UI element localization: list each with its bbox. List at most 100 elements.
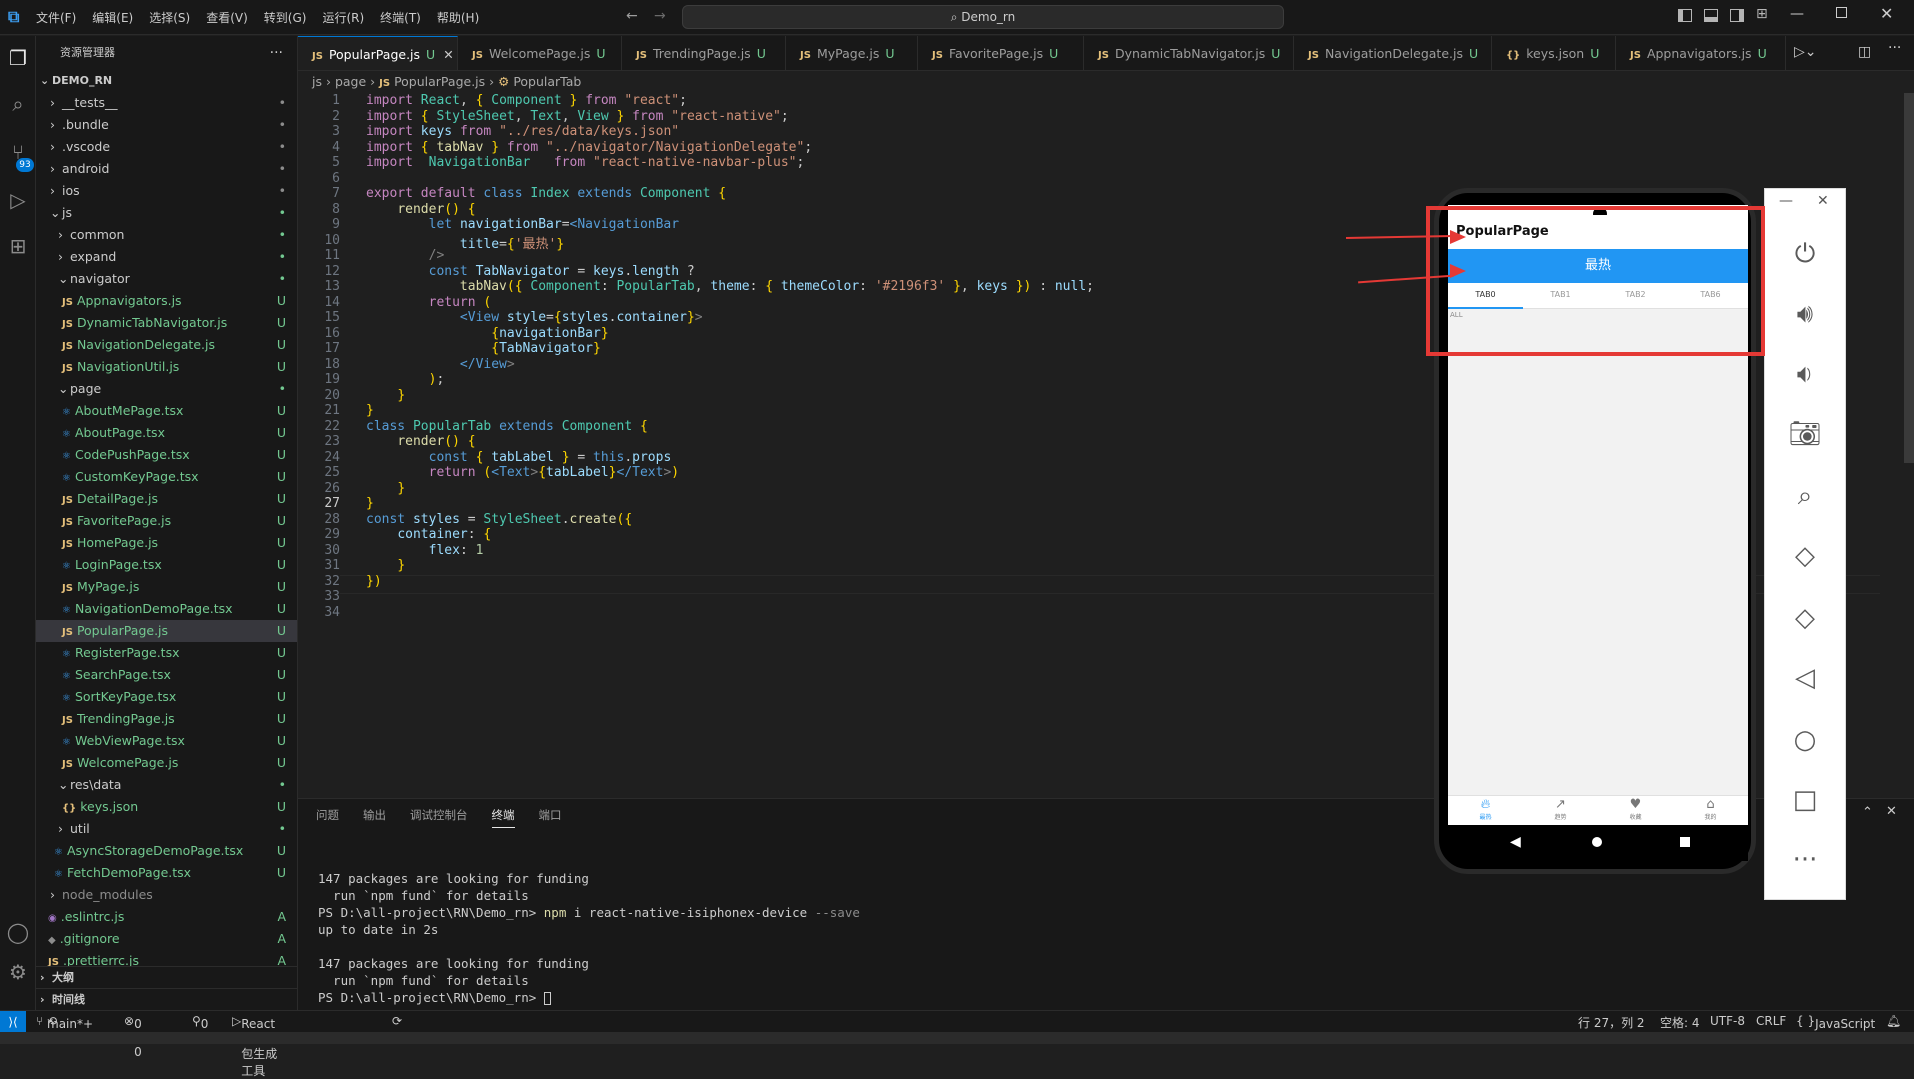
layout-customize-icon[interactable]: ⊞ [1756, 6, 1768, 22]
tab-navigationdelegate[interactable]: JS NavigationDelegate.js U [1294, 36, 1492, 70]
more-actions-icon[interactable]: ··· [270, 36, 283, 70]
tab-dynamictabnavigator[interactable]: JS DynamicTabNavigator.js U [1084, 36, 1294, 70]
overview-square-icon[interactable]: □ [1788, 783, 1822, 817]
back-arrow-icon[interactable]: ← [626, 8, 638, 24]
tree-item[interactable]: JS NavigationUtil.js U [36, 356, 297, 378]
minimize-icon[interactable]: — [1790, 6, 1804, 22]
tree-item[interactable]: ⚛ SearchPage.tsx U [36, 664, 297, 686]
settings-gear-icon[interactable]: ⚙ [6, 960, 30, 984]
account-icon[interactable]: ◯ [6, 920, 30, 944]
menu-edit[interactable]: 编辑(E) [92, 9, 133, 26]
tree-item[interactable]: JS FavoritePage.js U [36, 510, 297, 532]
menu-file[interactable]: 文件(F) [36, 9, 76, 26]
tab-favoritepage[interactable]: JS FavoritePage.js U [918, 36, 1084, 70]
notifications-bell-icon[interactable]: 🔔︎ [1886, 1014, 1901, 1028]
ports-indicator[interactable]: ⚲ 0 [192, 1014, 208, 1031]
remote-icon[interactable]: ⟩⟨ [0, 1011, 26, 1033]
tree-item-selected[interactable]: JS PopularPage.js U [36, 620, 297, 642]
tab-popularpage[interactable]: JS PopularPage.js U ✕ [298, 36, 458, 70]
tree-item[interactable]: ⚛ AboutMePage.tsx U [36, 400, 297, 422]
tree-item[interactable]: › .bundle • [36, 114, 297, 136]
tree-item[interactable]: JS NavigationDelegate.js U [36, 334, 297, 356]
breadcrumb-item[interactable]: js [312, 74, 322, 89]
run-debug-icon[interactable]: ▷ [6, 188, 30, 212]
breadcrumb-item[interactable]: PopularPage.js [394, 74, 485, 89]
line-ending[interactable]: CRLF [1756, 1014, 1786, 1028]
bottom-tab-trending[interactable]: ↗ 趋势 [1523, 798, 1598, 822]
tree-item[interactable]: › __tests__ • [36, 92, 297, 114]
editor-more-icon[interactable]: ··· [1888, 40, 1901, 56]
tree-item[interactable]: ◆ .gitignore A [36, 928, 297, 950]
tree-item[interactable]: {} keys.json U [36, 796, 297, 818]
close-tab-icon[interactable]: ✕ [443, 47, 453, 62]
tree-item[interactable]: ◉ .eslintrc.js A [36, 906, 297, 928]
timeline-section[interactable]: › 时间线 [36, 988, 297, 1010]
menu-go[interactable]: 转到(G) [264, 9, 307, 26]
tab-appnavigators[interactable]: JS Appnavigators.js U [1616, 36, 1786, 70]
tree-item[interactable]: › node_modules [36, 884, 297, 906]
extensions-icon[interactable]: ⊞ [6, 234, 30, 258]
tab-welcomepage[interactable]: JS WelcomePage.js U [458, 36, 622, 70]
tab-mypage[interactable]: JS MyPage.js U [786, 36, 918, 70]
layout-sidebar-icon[interactable] [1678, 9, 1692, 22]
tree-item[interactable]: ⚛ NavigationDemoPage.tsx U [36, 598, 297, 620]
breadcrumb-item[interactable]: page [335, 74, 366, 89]
cursor-position[interactable]: 行 27，列 2 [1578, 1014, 1645, 1031]
menu-view[interactable]: 查看(V) [206, 9, 248, 26]
back-icon[interactable]: ◁ [1788, 661, 1822, 695]
run-icon[interactable]: ▷⌄ [1794, 44, 1817, 60]
vertical-scrollbar[interactable] [1904, 93, 1914, 463]
rotate-right-icon[interactable]: ◇ [1788, 601, 1822, 635]
tree-item[interactable]: ⌄ page • [36, 378, 297, 400]
tree-item[interactable]: › common • [36, 224, 297, 246]
search-icon[interactable]: ⌕ [6, 92, 30, 116]
menu-terminal[interactable]: 终端(T) [380, 9, 421, 26]
tab-trendingpage[interactable]: JS TrendingPage.js U [622, 36, 786, 70]
branch-indicator[interactable]: ⑂ main*+ ⟲ [36, 1014, 93, 1031]
bottom-tab-favorite[interactable]: ♥ 收藏 [1598, 798, 1673, 822]
tree-item[interactable]: ⚛ SortKeyPage.tsx U [36, 686, 297, 708]
tree-item[interactable]: ⌄ res\data • [36, 774, 297, 796]
tree-item[interactable]: › ios • [36, 180, 297, 202]
breadcrumb-item[interactable]: PopularTab [513, 74, 581, 89]
tree-item[interactable]: ⚛ WebViewPage.tsx U [36, 730, 297, 752]
tree-item[interactable]: › expand • [36, 246, 297, 268]
panel-close-icon[interactable]: ✕ [1886, 804, 1897, 819]
power-icon[interactable]: ⏻ [1788, 237, 1822, 271]
tree-item[interactable]: JS TrendingPage.js U [36, 708, 297, 730]
tab-ports[interactable]: 端口 [539, 807, 562, 828]
tree-item[interactable]: JS HomePage.js U [36, 532, 297, 554]
problems-indicator[interactable]: ⊗ 0 △ 0 [124, 1014, 143, 1059]
zoom-icon[interactable]: ⌕ [1788, 479, 1822, 513]
tree-item[interactable]: JS DynamicTabNavigator.js U [36, 312, 297, 334]
bottom-tab-popular[interactable]: 🔥︎ 最热 [1448, 798, 1523, 822]
tree-item[interactable]: ⌄ js • [36, 202, 297, 224]
more-icon[interactable]: ··· [1788, 843, 1822, 877]
tree-item[interactable]: JS MyPage.js U [36, 576, 297, 598]
sync-icon[interactable]: ⟳ [392, 1014, 402, 1028]
tree-item[interactable]: ⚛ AsyncStorageDemoPage.tsx U [36, 840, 297, 862]
layout-secondary-icon[interactable] [1730, 9, 1744, 22]
indentation[interactable]: 空格: 4 [1660, 1014, 1700, 1031]
tree-item[interactable]: JS WelcomePage.js U [36, 752, 297, 774]
tree-root[interactable]: ⌄ DEMO_RN [36, 70, 297, 92]
tree-item[interactable]: ⚛ CustomKeyPage.tsx U [36, 466, 297, 488]
emulator-close-icon[interactable]: ✕ [1817, 193, 1829, 209]
tree-item[interactable]: › android • [36, 158, 297, 180]
tree-item[interactable]: ⚛ FetchDemoPage.tsx U [36, 862, 297, 884]
camera-icon[interactable]: 📷︎ [1788, 417, 1822, 451]
tree-item[interactable]: ⚛ LoginPage.tsx U [36, 554, 297, 576]
tab-keysjson[interactable]: {} keys.json U [1492, 36, 1616, 70]
tree-item[interactable]: ⚛ AboutPage.tsx U [36, 422, 297, 444]
panel-maximize-icon[interactable]: ⌃ [1862, 805, 1873, 820]
volume-down-icon[interactable]: 🔉︎ [1788, 357, 1822, 391]
nav-recent-icon[interactable] [1680, 837, 1690, 847]
bottom-tab-my[interactable]: ⌂ 我的 [1673, 798, 1748, 822]
forward-arrow-icon[interactable]: → [654, 8, 666, 24]
tab-debug-console[interactable]: 调试控制台 [410, 807, 468, 828]
tree-item[interactable]: › .vscode • [36, 136, 297, 158]
maximize-icon[interactable] [1836, 7, 1847, 18]
language-mode[interactable]: { } JavaScript [1796, 1014, 1875, 1031]
tree-item[interactable]: ⚛ CodePushPage.tsx U [36, 444, 297, 466]
emulator-minimize-icon[interactable]: — [1779, 193, 1793, 209]
